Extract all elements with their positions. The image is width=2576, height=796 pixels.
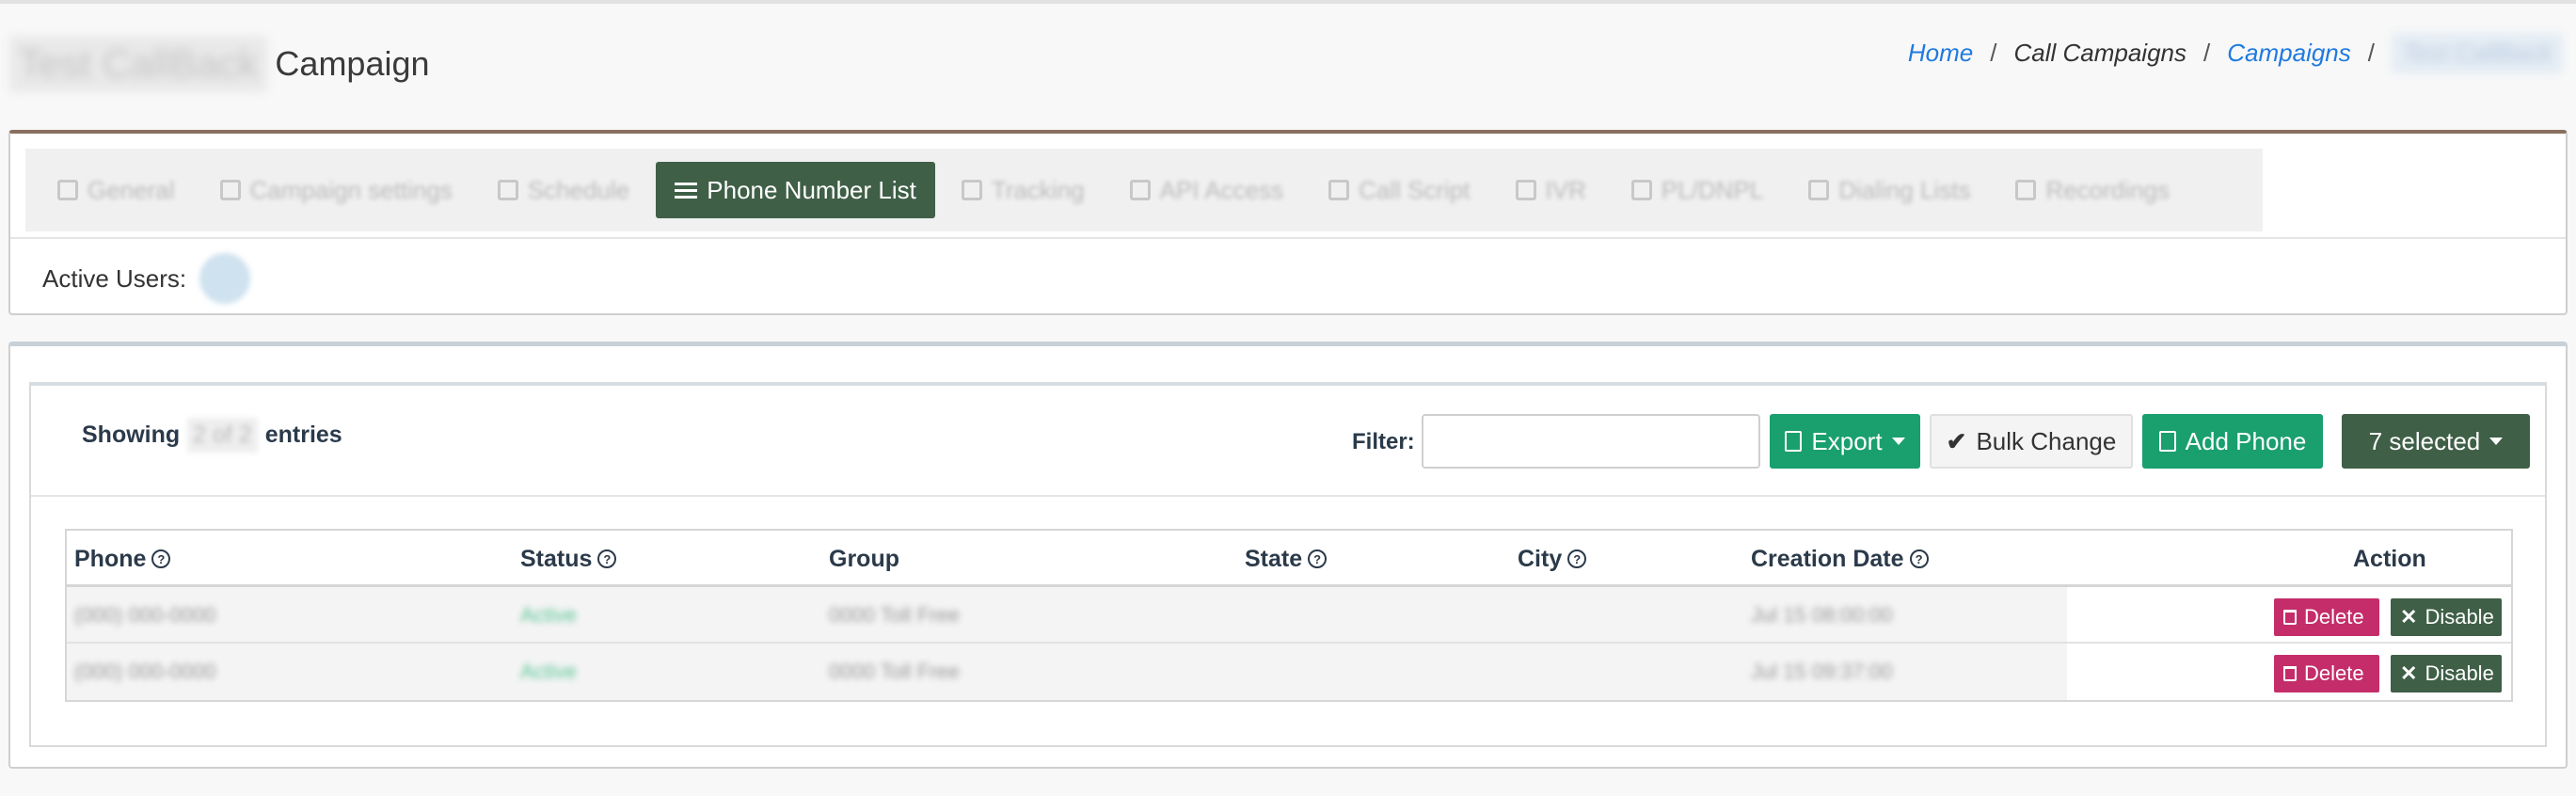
table-row[interactable]: (000) 000-0000 Active 0000 Toll Free Jul… bbox=[67, 587, 2511, 644]
page-title-suffix: Campaign bbox=[275, 44, 430, 83]
creation-date-cell: Jul 15 09:37:00 bbox=[1751, 660, 1893, 683]
group-cell: 0000 Toll Free bbox=[829, 603, 961, 627]
campaign-name: Test CallBack bbox=[9, 36, 268, 92]
status-cell: Active bbox=[520, 603, 577, 627]
entries-info: Showing 2 of 2 entries bbox=[82, 418, 342, 453]
active-users: Active Users: bbox=[42, 248, 251, 309]
page-title: Test CallBack Campaign bbox=[9, 32, 430, 96]
close-icon: ✕ bbox=[2400, 661, 2418, 685]
list-icon bbox=[675, 182, 698, 199]
disable-button[interactable]: ✕ Disable bbox=[2391, 655, 2502, 693]
delete-button[interactable]: Delete bbox=[2274, 598, 2379, 636]
filter-input[interactable] bbox=[1422, 414, 1760, 469]
phone-cell: (000) 000-0000 bbox=[74, 603, 216, 627]
add-phone-button[interactable]: Add Phone bbox=[2142, 414, 2323, 469]
phone-list-panel: Showing 2 of 2 entries Filter: Export ✔ … bbox=[29, 382, 2547, 747]
column-header-action: Action bbox=[2353, 545, 2426, 572]
phone-table: Phone? Status? Group State? City? Creati… bbox=[65, 529, 2513, 702]
tab-dialing-lists[interactable]: Dialing Lists bbox=[1789, 162, 1990, 218]
phone-list-card: Showing 2 of 2 entries Filter: Export ✔ … bbox=[8, 342, 2568, 769]
tab-recordings[interactable]: Recordings bbox=[1996, 162, 2188, 218]
breadcrumb-current: Test CallBack bbox=[2392, 32, 2563, 73]
link-icon bbox=[1129, 180, 1151, 200]
phone-cell: (000) 000-0000 bbox=[74, 660, 216, 683]
disable-button[interactable]: ✕ Disable bbox=[2391, 598, 2502, 636]
tab-general[interactable]: General bbox=[39, 162, 194, 218]
ivr-icon bbox=[1515, 180, 1536, 200]
tab-ivr[interactable]: IVR bbox=[1496, 162, 1605, 218]
divider bbox=[10, 237, 2566, 239]
avatar[interactable] bbox=[199, 253, 251, 304]
column-header-creation-date[interactable]: Creation Date? bbox=[1751, 531, 1929, 587]
question-circle-icon[interactable]: ? bbox=[1567, 549, 1587, 568]
tab-campaign-settings[interactable]: Campaign settings bbox=[200, 162, 471, 218]
breadcrumb-separator: / bbox=[1990, 38, 1997, 67]
table-row[interactable]: (000) 000-0000 Active 0000 Toll Free Jul… bbox=[67, 644, 2511, 700]
question-circle-icon[interactable]: ? bbox=[151, 549, 171, 568]
question-circle-icon[interactable]: ? bbox=[1909, 549, 1929, 568]
filter-label: Filter: bbox=[1352, 429, 1415, 454]
active-users-label: Active Users: bbox=[42, 263, 187, 293]
breadcrumb-campaigns[interactable]: Campaigns bbox=[2227, 39, 2351, 68]
tab-bar: General Campaign settings Schedule Phone… bbox=[25, 149, 2263, 231]
delete-button[interactable]: Delete bbox=[2274, 655, 2379, 693]
entries-count: 2 of 2 bbox=[187, 418, 258, 453]
column-header-phone[interactable]: Phone? bbox=[74, 531, 171, 587]
group-cell: 0000 Toll Free bbox=[829, 660, 961, 683]
list-icon bbox=[2015, 180, 2037, 200]
trash-icon bbox=[2283, 610, 2297, 625]
caret-down-icon bbox=[1891, 438, 1905, 445]
file-excel-icon bbox=[1785, 431, 1803, 452]
breadcrumb-call-campaigns: Call Campaigns bbox=[2013, 38, 2187, 67]
status-cell: Active bbox=[520, 660, 577, 683]
breadcrumb: Home / Call Campaigns / Campaigns / Test… bbox=[1908, 32, 2563, 73]
question-circle-icon[interactable]: ? bbox=[1308, 549, 1328, 568]
check-icon: ✔ bbox=[1946, 426, 1967, 455]
export-button[interactable]: Export bbox=[1770, 414, 1920, 469]
breadcrumb-separator: / bbox=[2203, 38, 2211, 67]
column-header-state[interactable]: State? bbox=[1245, 531, 1328, 587]
gears-icon bbox=[219, 180, 241, 200]
breadcrumb-home[interactable]: Home bbox=[1908, 39, 1973, 68]
tab-schedule[interactable]: Schedule bbox=[478, 162, 649, 218]
refresh-icon bbox=[1328, 180, 1350, 200]
gears-icon bbox=[961, 180, 982, 200]
trash-icon bbox=[2283, 666, 2297, 681]
calendar-icon bbox=[497, 180, 518, 200]
column-header-status[interactable]: Status? bbox=[520, 531, 617, 587]
list-icon bbox=[1808, 180, 1830, 200]
table-header: Phone? Status? Group State? City? Creati… bbox=[67, 531, 2511, 587]
close-icon: ✕ bbox=[2400, 605, 2418, 629]
tab-api-access[interactable]: API Access bbox=[1110, 162, 1303, 218]
breadcrumb-separator: / bbox=[2367, 38, 2375, 67]
table-toolbar: Showing 2 of 2 entries Filter: Export ✔ … bbox=[31, 386, 2545, 497]
bulk-change-button[interactable]: ✔ Bulk Change bbox=[1930, 414, 2133, 469]
campaign-nav-card: General Campaign settings Schedule Phone… bbox=[8, 130, 2568, 315]
caret-down-icon bbox=[2489, 438, 2504, 445]
column-header-city[interactable]: City? bbox=[1518, 531, 1587, 587]
tab-pl-dnpl[interactable]: PL/DNPL bbox=[1612, 162, 1783, 218]
top-border bbox=[0, 0, 2576, 4]
creation-date-cell: Jul 15 08:00:00 bbox=[1751, 603, 1893, 627]
tab-phone-number-list[interactable]: Phone Number List bbox=[656, 162, 935, 218]
column-header-group[interactable]: Group bbox=[829, 531, 899, 587]
question-circle-icon[interactable]: ? bbox=[597, 549, 617, 568]
file-plus-icon bbox=[2158, 431, 2176, 452]
columns-selected-dropdown[interactable]: 7 selected bbox=[2342, 414, 2530, 469]
tab-call-script[interactable]: Call Script bbox=[1310, 162, 1489, 218]
tab-tracking[interactable]: Tracking bbox=[942, 162, 1104, 218]
clock-icon bbox=[1630, 180, 1652, 200]
gears-icon bbox=[57, 180, 78, 200]
